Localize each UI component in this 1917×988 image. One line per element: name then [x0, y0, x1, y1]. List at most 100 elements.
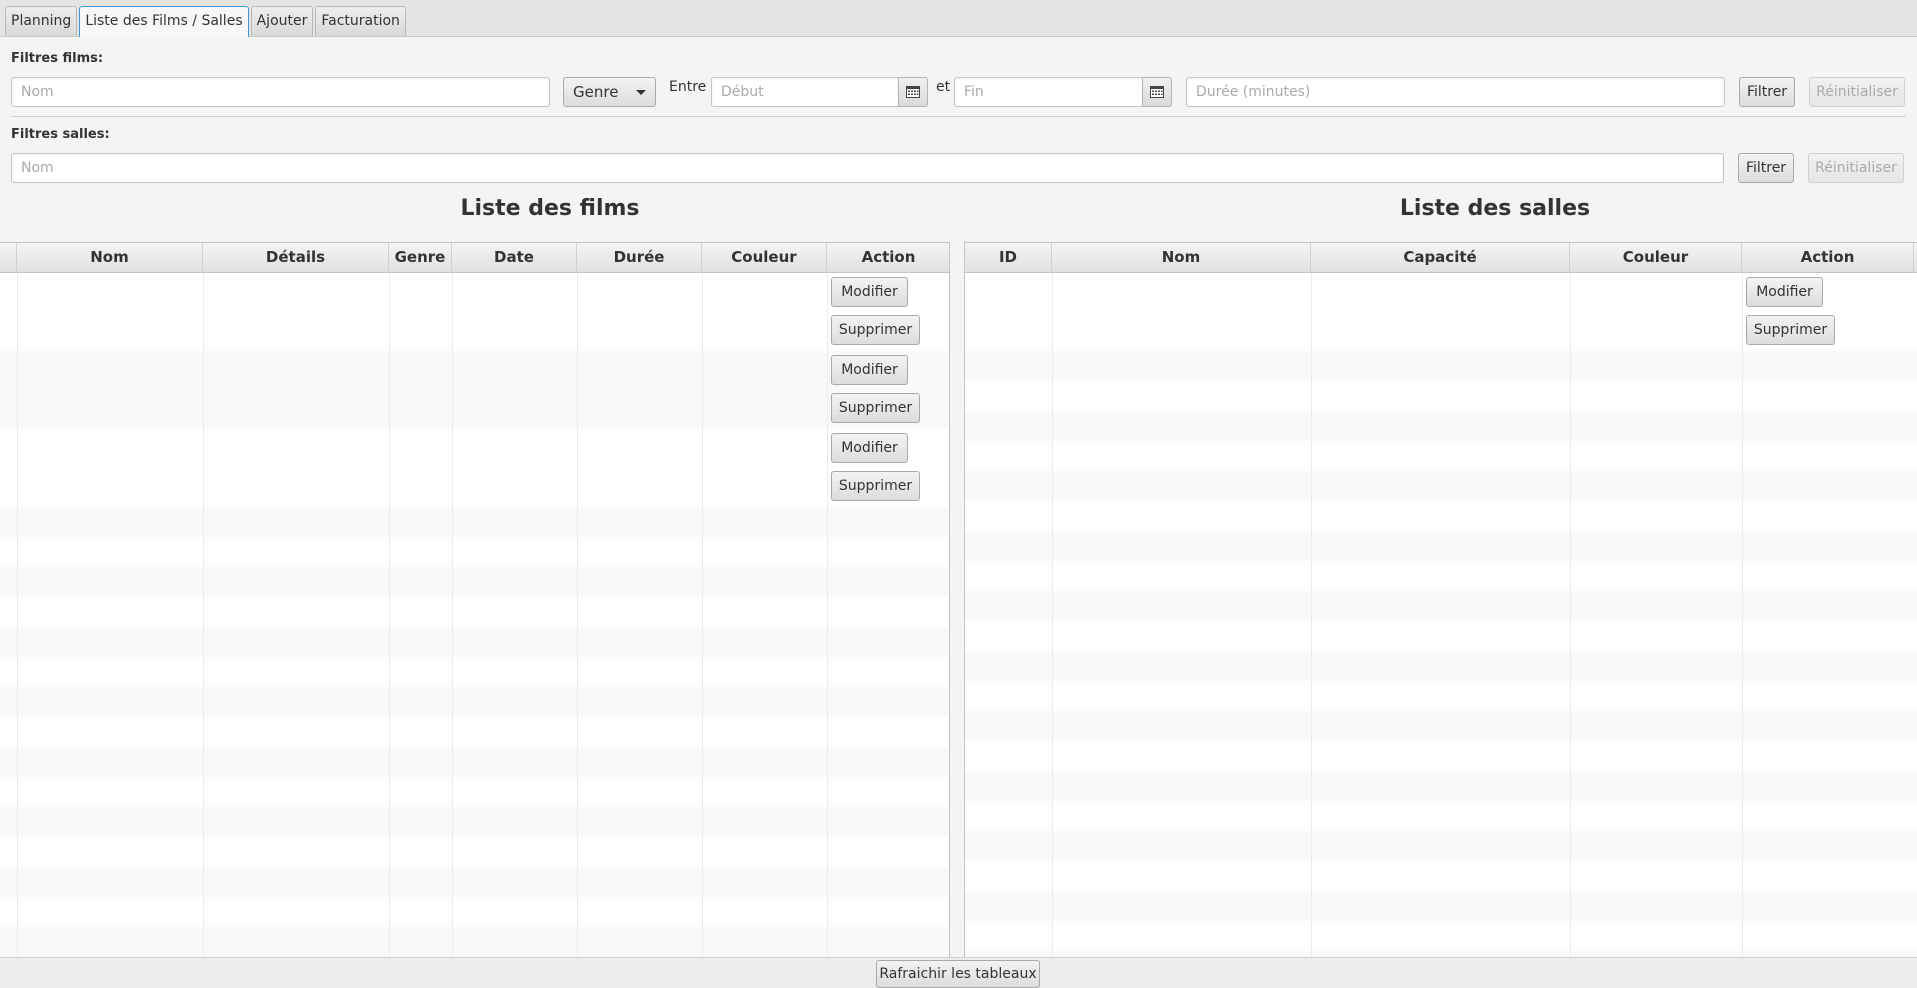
- column-divider: [452, 273, 453, 957]
- modify-button[interactable]: Modifier: [1746, 277, 1823, 307]
- column-header-action[interactable]: Action: [1742, 243, 1914, 273]
- rooms-table[interactable]: ID Nom Capacité Couleur Action Modifier S…: [964, 242, 1917, 958]
- table-row[interactable]: [0, 777, 949, 807]
- table-row[interactable]: [965, 351, 1917, 381]
- column-divider: [17, 273, 18, 957]
- delete-button[interactable]: Supprimer: [831, 471, 920, 501]
- table-row[interactable]: [0, 687, 949, 717]
- genre-combobox-label: Genre: [573, 83, 619, 101]
- table-row[interactable]: [965, 531, 1917, 561]
- table-row[interactable]: Modifier Supprimer: [0, 351, 949, 429]
- film-name-input[interactable]: Nom: [11, 77, 550, 107]
- column-divider: [702, 273, 703, 957]
- table-row[interactable]: [965, 711, 1917, 741]
- table-row[interactable]: [965, 921, 1917, 951]
- column-divider: [1311, 273, 1312, 957]
- film-reset-button[interactable]: Réinitialiser: [1809, 77, 1905, 107]
- table-row[interactable]: [965, 771, 1917, 801]
- table-row[interactable]: [0, 537, 949, 567]
- column-header-action[interactable]: Action: [827, 243, 949, 273]
- films-table[interactable]: Nom Détails Genre Date Durée Couleur Act…: [0, 242, 950, 958]
- table-row[interactable]: [965, 891, 1917, 921]
- table-row[interactable]: [965, 591, 1917, 621]
- table-row[interactable]: [0, 867, 949, 897]
- column-divider: [827, 273, 828, 957]
- table-row[interactable]: [0, 657, 949, 687]
- column-header-capacite[interactable]: Capacité: [1311, 243, 1570, 273]
- table-row[interactable]: Modifier Supprimer: [965, 273, 1917, 351]
- film-filters-label: Filtres films:: [11, 51, 104, 66]
- table-row[interactable]: [0, 897, 949, 927]
- end-date-input[interactable]: Fin: [954, 77, 1143, 107]
- delete-button[interactable]: Supprimer: [831, 393, 920, 423]
- table-row[interactable]: [0, 597, 949, 627]
- tab-ajouter[interactable]: Ajouter: [250, 6, 314, 36]
- room-filter-button[interactable]: Filtrer: [1738, 153, 1794, 183]
- room-reset-button[interactable]: Réinitialiser: [1808, 153, 1904, 183]
- table-row[interactable]: Modifier Supprimer: [0, 273, 949, 351]
- column-header-couleur[interactable]: Couleur: [1570, 243, 1742, 273]
- table-row[interactable]: Modifier Supprimer: [0, 429, 949, 507]
- table-row[interactable]: [0, 807, 949, 837]
- start-date-input[interactable]: Début: [711, 77, 899, 107]
- filters-divider: [11, 116, 1906, 117]
- genre-combobox[interactable]: Genre: [563, 77, 656, 107]
- column-header-details[interactable]: Détails: [203, 243, 389, 273]
- tab-planning[interactable]: Planning: [5, 6, 78, 36]
- table-row[interactable]: [965, 651, 1917, 681]
- calendar-icon: [906, 86, 920, 98]
- column-header-nom[interactable]: Nom: [17, 243, 203, 273]
- table-row[interactable]: [965, 621, 1917, 651]
- table-row[interactable]: [965, 741, 1917, 771]
- duration-input[interactable]: Durée (minutes): [1186, 77, 1725, 107]
- column-header-date[interactable]: Date: [452, 243, 577, 273]
- table-row[interactable]: [965, 501, 1917, 531]
- calendar-icon: [1150, 86, 1164, 98]
- between-label: Entre: [669, 79, 707, 95]
- column-header-id[interactable]: ID: [965, 243, 1052, 273]
- table-row[interactable]: [965, 561, 1917, 591]
- table-row[interactable]: [0, 747, 949, 777]
- modify-button[interactable]: Modifier: [831, 277, 908, 307]
- app-window: Planning Liste des Films / Salles Ajoute…: [0, 0, 1917, 988]
- table-row[interactable]: [965, 831, 1917, 861]
- column-header-duree[interactable]: Durée: [577, 243, 702, 273]
- table-row[interactable]: [965, 411, 1917, 441]
- end-date-picker-button[interactable]: [1142, 77, 1172, 107]
- film-filter-button[interactable]: Filtrer: [1739, 77, 1795, 107]
- films-table-header: Nom Détails Genre Date Durée Couleur Act…: [0, 243, 949, 273]
- rooms-table-header: ID Nom Capacité Couleur Action: [965, 243, 1917, 273]
- table-row[interactable]: [0, 507, 949, 537]
- refresh-tables-button[interactable]: Rafraichir les tableaux: [876, 960, 1040, 988]
- table-row[interactable]: [0, 567, 949, 597]
- table-row[interactable]: [0, 627, 949, 657]
- start-date-picker-button[interactable]: [898, 77, 928, 107]
- tab-bar: Planning Liste des Films / Salles Ajoute…: [0, 0, 1917, 37]
- column-header-couleur[interactable]: Couleur: [702, 243, 827, 273]
- table-row[interactable]: [965, 801, 1917, 831]
- column-divider: [577, 273, 578, 957]
- column-divider: [389, 273, 390, 957]
- room-name-input[interactable]: Nom: [11, 153, 1724, 183]
- column-header-nom[interactable]: Nom: [1052, 243, 1311, 273]
- table-row[interactable]: [965, 441, 1917, 471]
- modify-button[interactable]: Modifier: [831, 433, 908, 463]
- column-header-selector[interactable]: [0, 243, 17, 273]
- and-label: et: [936, 79, 951, 95]
- table-row[interactable]: [965, 861, 1917, 891]
- room-filters-label: Filtres salles:: [11, 127, 110, 142]
- delete-button[interactable]: Supprimer: [831, 315, 920, 345]
- delete-button[interactable]: Supprimer: [1746, 315, 1835, 345]
- table-row[interactable]: [0, 927, 949, 957]
- tab-facturation[interactable]: Facturation: [315, 6, 406, 36]
- modify-button[interactable]: Modifier: [831, 355, 908, 385]
- column-divider: [1742, 273, 1743, 957]
- tab-films-salles[interactable]: Liste des Films / Salles: [79, 6, 249, 37]
- chevron-down-icon: [636, 90, 646, 95]
- column-header-genre[interactable]: Genre: [389, 243, 452, 273]
- table-row[interactable]: [965, 381, 1917, 411]
- table-row[interactable]: [965, 681, 1917, 711]
- table-row[interactable]: [0, 717, 949, 747]
- table-row[interactable]: [0, 837, 949, 867]
- table-row[interactable]: [965, 471, 1917, 501]
